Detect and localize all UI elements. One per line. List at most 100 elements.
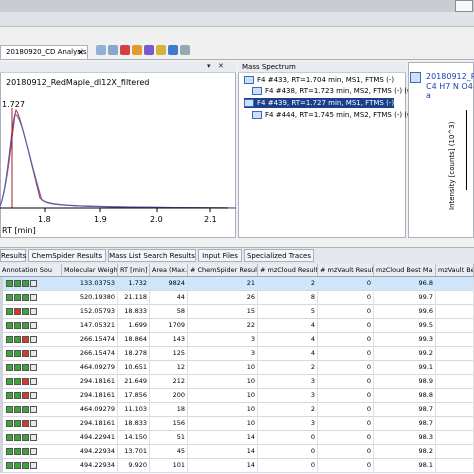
expand-icon[interactable] — [0, 403, 3, 417]
cell-mw[interactable]: 152.05793 — [62, 305, 118, 319]
cell-mzc[interactable]: 5 — [258, 305, 318, 319]
spectrum-item[interactable]: F4 #438, RT=1.723 min, MS2, FTMS (-) (CI… — [252, 86, 422, 96]
cell-best[interactable]: 99.2 — [374, 347, 436, 361]
cell-rt[interactable]: 18.864 — [118, 333, 150, 347]
expand-icon[interactable] — [0, 347, 3, 361]
spectrum-item[interactable]: F4 #444, RT=1.745 min, MS2, FTMS (-) (CI… — [252, 110, 422, 120]
cell-best[interactable]: 99.5 — [374, 319, 436, 333]
cell-area[interactable]: 51 — [150, 431, 188, 445]
cell-mzvault-best[interactable] — [436, 361, 474, 375]
cell-cs[interactable]: 14 — [188, 459, 258, 473]
cell-area[interactable]: 143 — [150, 333, 188, 347]
cell-rt[interactable]: 18.833 — [118, 417, 150, 431]
cell-cs[interactable]: 14 — [188, 431, 258, 445]
cell-mzc[interactable]: 4 — [258, 333, 318, 347]
cell-best[interactable]: 99.1 — [374, 361, 436, 375]
cell-area[interactable]: 58 — [150, 305, 188, 319]
cell-mzc[interactable]: 2 — [258, 361, 318, 375]
cell-mzv[interactable]: 0 — [318, 319, 374, 333]
cell-rt[interactable]: 21.649 — [118, 375, 150, 389]
cell-best[interactable]: 98.8 — [374, 389, 436, 403]
grid-icon[interactable] — [96, 45, 106, 55]
cell-best[interactable]: 99.3 — [374, 333, 436, 347]
folder-icon[interactable] — [180, 45, 190, 55]
tab-input-files[interactable]: Input Files — [198, 249, 242, 262]
col-header-annotation-source[interactable]: Annotation Sou — [0, 264, 62, 276]
tab-chemspider-results[interactable]: ChemSpider Results — [28, 249, 106, 262]
cell-best[interactable]: 99.6 — [374, 305, 436, 319]
cell-mzv[interactable]: 0 — [318, 333, 374, 347]
cell-best[interactable]: 96.8 — [374, 277, 436, 291]
col-header-molecular-weight[interactable]: Molecular Weight — [62, 264, 118, 276]
cell-mzvault-best[interactable] — [436, 431, 474, 445]
cell-area[interactable]: 44 — [150, 291, 188, 305]
cell-rt[interactable]: 11.103 — [118, 403, 150, 417]
tab-results[interactable]: Results — [0, 249, 26, 262]
cell-mzc[interactable]: 0 — [258, 431, 318, 445]
cell-rt[interactable]: 18.278 — [118, 347, 150, 361]
table-row[interactable]: 152.05793 18.833 58 15 5 0 99.6 — [0, 305, 474, 319]
cell-mzv[interactable]: 0 — [318, 389, 374, 403]
cell-mzc[interactable]: 4 — [258, 347, 318, 361]
cell-rt[interactable]: 18.833 — [118, 305, 150, 319]
cell-mzc[interactable]: 0 — [258, 445, 318, 459]
col-header-area[interactable]: Area (Max.) — [150, 264, 188, 276]
cell-mw[interactable]: 494.22934 — [62, 459, 118, 473]
cell-cs[interactable]: 22 — [188, 319, 258, 333]
cell-cs[interactable]: 3 — [188, 347, 258, 361]
cell-cs[interactable]: 3 — [188, 333, 258, 347]
close-icon[interactable]: ✕ — [77, 46, 84, 59]
cell-area[interactable]: 125 — [150, 347, 188, 361]
cell-mw[interactable]: 294.18161 — [62, 375, 118, 389]
cell-rt[interactable]: 1.732 — [118, 277, 150, 291]
col-header-mzcloud-results[interactable]: # mzCloud Results — [258, 264, 318, 276]
cell-mw[interactable]: 520.19380 — [62, 291, 118, 305]
cell-cs[interactable]: 10 — [188, 417, 258, 431]
cell-mzc[interactable]: 3 — [258, 389, 318, 403]
table-row[interactable]: 520.19380 21.118 44 26 8 0 99.7 — [0, 291, 474, 305]
table-row[interactable]: 464.09279 11.103 18 10 2 0 98.7 — [0, 403, 474, 417]
col-header-mzvault-results[interactable]: # mzVault Results — [318, 264, 374, 276]
table-row[interactable]: 294.18161 18.833 156 10 3 0 98.7 — [0, 417, 474, 431]
cell-mw[interactable]: 133.03753 — [62, 277, 118, 291]
cell-mzvault-best[interactable] — [436, 277, 474, 291]
expand-icon[interactable] — [0, 417, 3, 431]
cell-mw[interactable]: 464.09279 — [62, 403, 118, 417]
cell-mzvault-best[interactable] — [436, 291, 474, 305]
cell-mzvault-best[interactable] — [436, 305, 474, 319]
tab-specialized-traces[interactable]: Specialized Traces — [244, 249, 314, 262]
cell-mzvault-best[interactable] — [436, 445, 474, 459]
expand-icon[interactable] — [0, 389, 3, 403]
cell-area[interactable]: 101 — [150, 459, 188, 473]
cell-mzc[interactable]: 8 — [258, 291, 318, 305]
cell-mzv[interactable]: 0 — [318, 291, 374, 305]
window-restore-icon[interactable] — [455, 0, 473, 12]
cell-cs[interactable]: 10 — [188, 389, 258, 403]
cell-rt[interactable]: 21.118 — [118, 291, 150, 305]
cell-mzc[interactable]: 0 — [258, 459, 318, 473]
expand-icon[interactable] — [0, 333, 3, 347]
expand-icon[interactable] — [0, 361, 3, 375]
cell-mzvault-best[interactable] — [436, 333, 474, 347]
cell-area[interactable]: 200 — [150, 389, 188, 403]
cell-mzvault-best[interactable] — [436, 417, 474, 431]
cell-mzv[interactable]: 0 — [318, 305, 374, 319]
table-row[interactable]: 133.03753 1.732 9824 21 2 0 96.8 — [0, 277, 474, 291]
cell-mzv[interactable]: 0 — [318, 417, 374, 431]
chain-icon[interactable] — [144, 45, 154, 55]
cell-cs[interactable]: 10 — [188, 403, 258, 417]
col-header-mzcloud-best-match[interactable]: mzCloud Best Ma — [374, 264, 436, 276]
cell-rt[interactable]: 17.856 — [118, 389, 150, 403]
cell-mzc[interactable]: 4 — [258, 319, 318, 333]
cell-mw[interactable]: 266.15474 — [62, 347, 118, 361]
filter-icon[interactable] — [120, 45, 130, 55]
cell-area[interactable]: 18 — [150, 403, 188, 417]
table-row[interactable]: 494.22934 13.701 45 14 0 0 98.2 — [0, 445, 474, 459]
cell-best[interactable]: 98.7 — [374, 403, 436, 417]
spectrum-item[interactable]: F4 #433, RT=1.704 min, MS1, FTMS (-) — [244, 75, 394, 85]
cell-mzc[interactable]: 3 — [258, 417, 318, 431]
cell-mw[interactable]: 294.18161 — [62, 417, 118, 431]
cell-mzvault-best[interactable] — [436, 347, 474, 361]
expand-icon[interactable] — [0, 459, 3, 473]
cell-mzv[interactable]: 0 — [318, 361, 374, 375]
